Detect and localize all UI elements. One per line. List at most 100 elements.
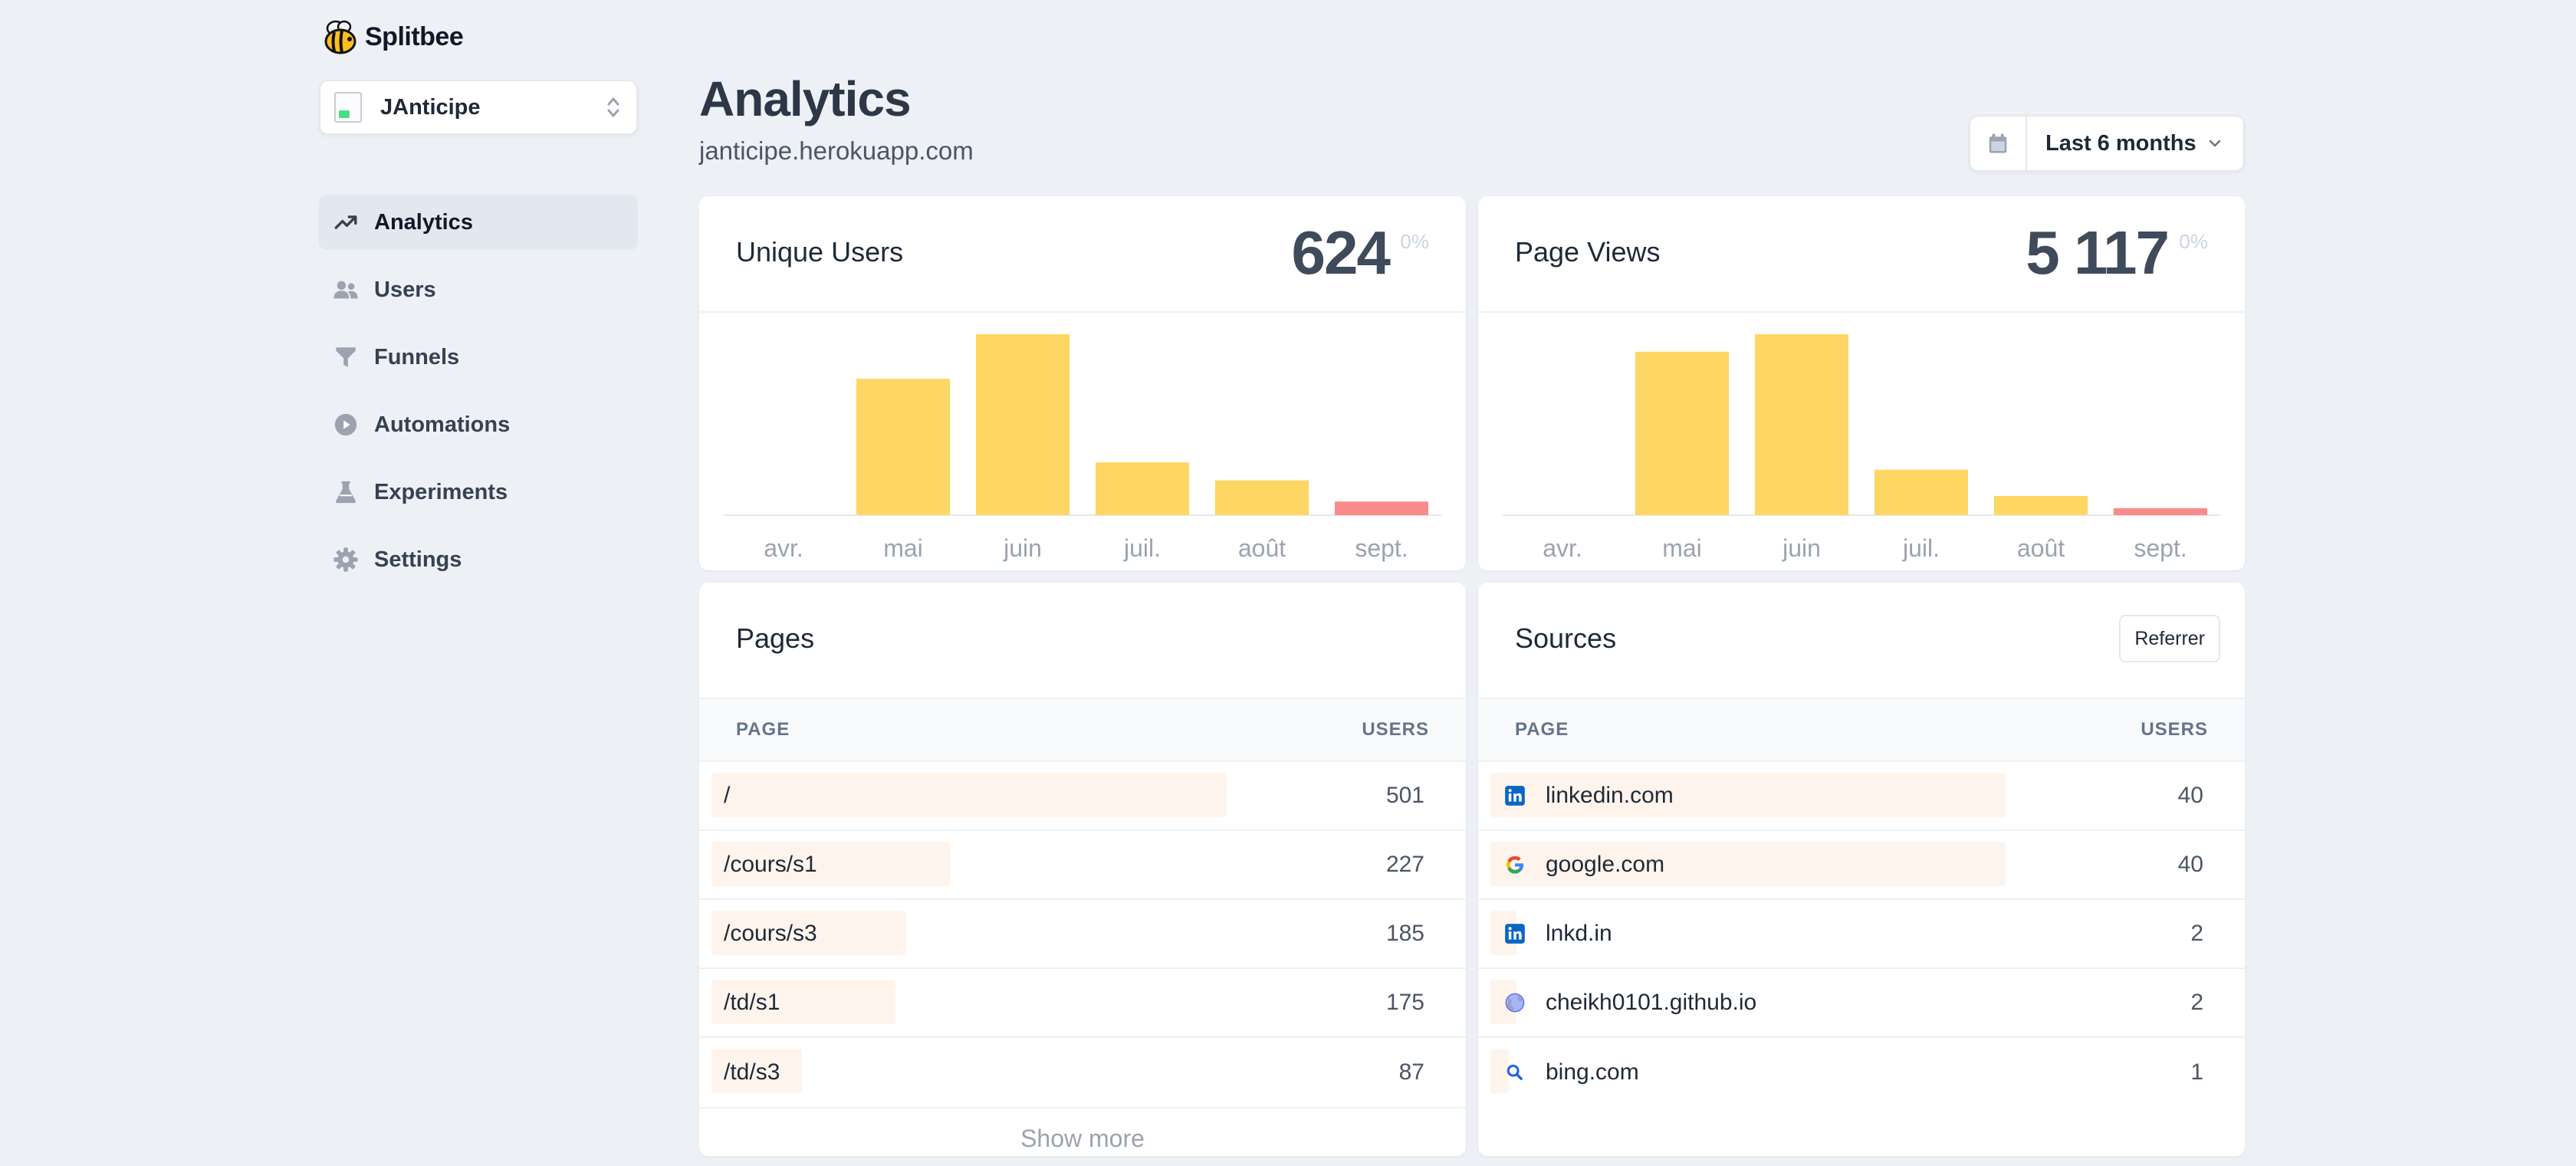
page-path: /cours/s1 <box>724 852 817 877</box>
sidebar-item-analytics[interactable]: Analytics <box>319 195 638 250</box>
users-count: 40 <box>2177 783 2203 808</box>
sidebar-item-label: Funnels <box>374 344 460 370</box>
source-name: linkedin.com <box>1546 783 1674 808</box>
sidebar: Splitbee JAnticipe Analytics Users Funne… <box>319 15 638 599</box>
chart-bar-août[interactable] <box>1215 480 1309 515</box>
users-count: 2 <box>2190 990 2203 1015</box>
page-path: /td/s1 <box>724 990 780 1015</box>
card-header: Pages <box>699 583 1466 699</box>
page-path: /cours/s3 <box>724 921 817 946</box>
sidebar-nav: Analytics Users Funnels Automations Expe… <box>319 195 638 587</box>
sidebar-item-label: Automations <box>374 412 511 437</box>
chart-bar-juin[interactable] <box>1755 334 1848 515</box>
chart-bar-août[interactable] <box>1994 495 2088 515</box>
table-row[interactable]: lnkd.in 2 <box>1478 900 2245 969</box>
chart-bar-juil.[interactable] <box>1875 469 1968 515</box>
users-count: 175 <box>1385 990 1424 1015</box>
chart-bar-juil.[interactable] <box>1096 462 1189 515</box>
users-count: 2 <box>2190 921 2203 946</box>
flask-icon <box>336 481 356 504</box>
row-bar <box>711 773 1227 817</box>
page-views-chart: avr. mai juin juil. août sept. <box>1503 334 2220 562</box>
table-row[interactable]: /td/s3 87 <box>699 1038 1466 1107</box>
brand-name: Splitbee <box>365 21 464 51</box>
x-tick-label: juin <box>1782 534 1821 562</box>
card-title: Pages <box>736 622 815 654</box>
sidebar-item-label: Experiments <box>374 479 508 504</box>
x-tick-label: sept. <box>1355 534 1408 562</box>
column-header-page: PAGE <box>1515 719 1569 740</box>
users-count: 501 <box>1385 783 1424 808</box>
page-title: Analytics <box>699 71 912 126</box>
date-range-label: Last 6 months <box>2045 130 2196 156</box>
funnel-icon <box>336 347 356 367</box>
page-views-card: Page Views 5 117 0% avr. mai juin juil. août… <box>1478 196 2245 570</box>
card-header: Unique Users 624 0% <box>699 196 1466 313</box>
project-image-icon <box>334 92 362 123</box>
sidebar-item-label: Analytics <box>374 209 473 235</box>
chart-bar-sept.[interactable] <box>2114 507 2207 515</box>
column-header-users: USERS <box>1362 719 1429 740</box>
chart-bar-mai[interactable] <box>1635 351 1729 515</box>
stat-value: 5 117 <box>2026 218 2170 287</box>
stat-change: 0% <box>2179 230 2208 253</box>
table-row[interactable]: bing.com 1 <box>1478 1038 2245 1107</box>
users-count: 87 <box>1398 1059 1424 1085</box>
table-row[interactable]: google.com 40 <box>1478 831 2245 900</box>
search-icon <box>1503 1060 1527 1085</box>
chevron-down-icon <box>2209 140 2220 147</box>
table-row[interactable]: /cours/s3 185 <box>699 900 1466 969</box>
x-tick-label: sept. <box>2134 534 2187 562</box>
linkedin-icon <box>1503 921 1527 946</box>
source-name: bing.com <box>1546 1059 1639 1085</box>
date-range-selector[interactable]: Last 6 months <box>1969 115 2245 172</box>
stat-value: 624 <box>1291 218 1391 287</box>
sidebar-item-label: Settings <box>374 547 462 572</box>
brand[interactable]: Splitbee <box>319 15 638 58</box>
users-count: 185 <box>1385 921 1424 946</box>
chart-bar-mai[interactable] <box>856 379 950 515</box>
table-row[interactable]: /td/s1 175 <box>699 969 1466 1038</box>
unique-users-card: Unique Users 624 0% avr. mai juin juil. août… <box>699 196 1466 570</box>
sidebar-item-experiments[interactable]: Experiments <box>319 465 638 520</box>
trend-icon <box>334 215 357 229</box>
card-title: Sources <box>1515 622 1617 654</box>
column-header-users: USERS <box>2141 719 2208 740</box>
globe-icon <box>1503 990 1527 1015</box>
pages-list: / 501 /cours/s1 227 /cours/s3 185 /td/s1… <box>699 762 1466 1107</box>
show-more-button[interactable]: Show more <box>699 1107 1466 1156</box>
table-row[interactable]: cheikh0101.github.io 2 <box>1478 969 2245 1038</box>
selector-chevrons-icon <box>607 97 619 117</box>
table-row[interactable]: /cours/s1 227 <box>699 831 1466 900</box>
unique-users-chart: avr. mai juin juil. août sept. <box>724 334 1441 562</box>
source-name: cheikh0101.github.io <box>1546 990 1757 1015</box>
card-header: Sources Referrer <box>1478 583 2245 699</box>
table-row[interactable]: / 501 <box>699 762 1466 831</box>
sidebar-item-funnels[interactable]: Funnels <box>319 330 638 385</box>
project-selector[interactable]: JAnticipe <box>319 80 638 135</box>
stat-change: 0% <box>1400 230 1429 253</box>
x-tick-label: août <box>1238 534 1286 562</box>
gear-icon <box>334 547 358 572</box>
source-name: lnkd.in <box>1546 921 1612 946</box>
table-header: PAGE USERS <box>1478 699 2245 762</box>
sources-list: linkedin.com 40 google.com 40 lnkd.in 2 … <box>1478 762 2245 1107</box>
x-tick-label: juin <box>1003 534 1042 562</box>
sidebar-item-users[interactable]: Users <box>319 262 638 317</box>
bee-icon <box>324 20 356 54</box>
page-path: / <box>724 783 731 808</box>
sidebar-item-settings[interactable]: Settings <box>319 532 638 587</box>
google-icon <box>1503 852 1527 877</box>
sidebar-item-automations[interactable]: Automations <box>319 397 638 452</box>
table-row[interactable]: linkedin.com 40 <box>1478 762 2245 831</box>
referrer-button[interactable]: Referrer <box>2119 615 2220 662</box>
x-tick-label: mai <box>883 534 923 562</box>
card-title: Page Views <box>1515 236 1661 268</box>
users-count: 1 <box>2190 1059 2203 1085</box>
chart-bar-juin[interactable] <box>976 334 1070 515</box>
x-tick-label: juil. <box>1902 534 1940 562</box>
chart-bar-sept.[interactable] <box>1335 501 1428 515</box>
users-icon <box>334 281 358 299</box>
calendar-button[interactable] <box>1970 117 2027 170</box>
x-tick-label: avr. <box>1543 534 1582 562</box>
